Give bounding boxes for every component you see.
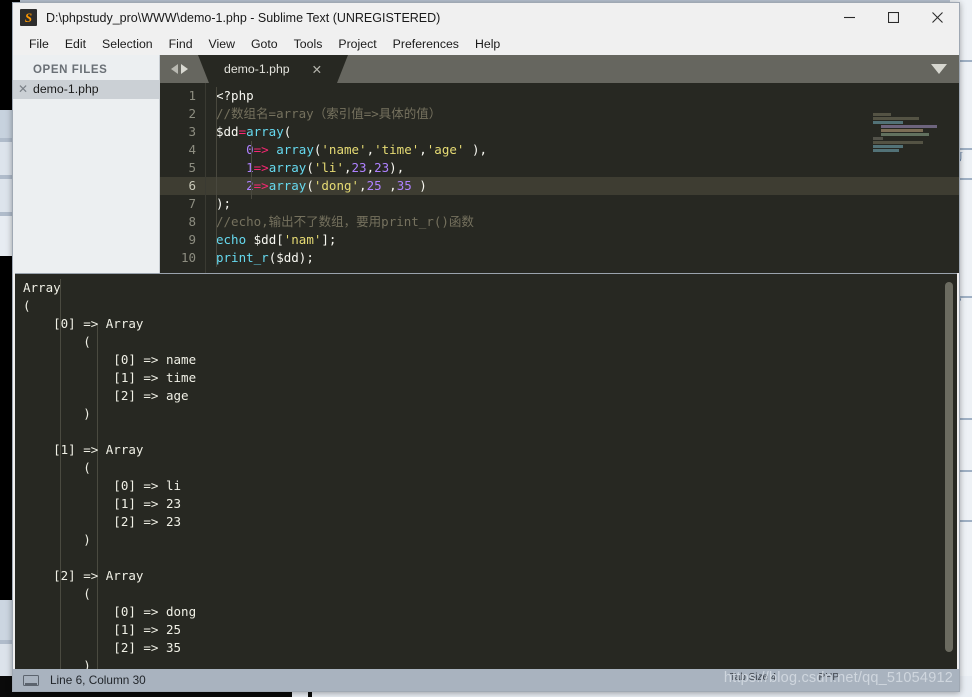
tab-demo-1-php[interactable]: demo-1.php ✕ xyxy=(198,55,348,83)
editor-region: OPEN FILES ✕ demo-1.php demo-1.php ✕ 1 2… xyxy=(13,55,959,273)
code-line-3: $dd=array( xyxy=(216,124,292,139)
window-title: D:\phpstudy_pro\WWW\demo-1.php - Sublime… xyxy=(46,10,441,25)
sidebar-item-demo-1-php[interactable]: ✕ demo-1.php xyxy=(13,80,159,99)
code-editor[interactable]: 1 2 3 4 5 6 7 8 9 10 <?php //数组名=array（索… xyxy=(160,83,959,273)
menu-file[interactable]: File xyxy=(21,34,57,54)
arrow-left-icon[interactable] xyxy=(170,64,178,74)
line-number: 5 xyxy=(188,160,196,175)
line-number: 3 xyxy=(188,124,196,139)
close-icon[interactable]: ✕ xyxy=(13,82,33,96)
line-number: 8 xyxy=(188,214,196,229)
menu-tools[interactable]: Tools xyxy=(286,34,331,54)
window-controls xyxy=(827,3,959,32)
sidebar-section-open-files: OPEN FILES xyxy=(33,64,108,76)
menu-preferences[interactable]: Preferences xyxy=(385,34,467,54)
code-line-5: 1=>array('li',23,23), xyxy=(246,160,405,175)
code-line-1: <?php xyxy=(216,88,254,103)
sidebar-file-label: demo-1.php xyxy=(33,82,99,96)
monitor-icon[interactable] xyxy=(23,674,39,686)
sublime-text-logo-icon: S xyxy=(20,9,37,26)
code-line-2: //数组名=array（索引值=>具体的值） xyxy=(206,105,959,123)
code-line-8: //echo,输出不了数组，要用print_r()函数 xyxy=(206,213,959,231)
line-number: 2 xyxy=(188,106,196,121)
line-number-gutter: 1 2 3 4 5 6 7 8 9 10 xyxy=(160,83,205,273)
tab-bar: demo-1.php ✕ xyxy=(160,55,959,83)
code-line-9: echo $dd['nam']; xyxy=(216,232,337,247)
line-number: 9 xyxy=(188,232,196,247)
sublime-text-window: S D:\phpstudy_pro\WWW\demo-1.php - Subli… xyxy=(12,2,960,692)
menu-goto[interactable]: Goto xyxy=(243,34,286,54)
status-bar: Line 6, Column 30 Tab Size 4 PHP https:/… xyxy=(13,669,959,691)
code-line-10: print_r($dd); xyxy=(216,250,314,265)
sidebar: OPEN FILES ✕ demo-1.php xyxy=(13,55,160,273)
watermark-url: https://blog.csdn.net/qq_51054912 xyxy=(723,670,953,686)
tab-close-icon[interactable]: ✕ xyxy=(312,62,322,77)
line-number: 7 xyxy=(188,196,196,211)
code-line-4: 0=> array('name','time','age' ), xyxy=(246,142,487,157)
menu-project[interactable]: Project xyxy=(330,34,384,54)
line-number: 1 xyxy=(188,88,196,103)
console-output: Array ( [0] => Array ( [0] => name [1] =… xyxy=(23,280,197,669)
tab-dropdown-button[interactable] xyxy=(919,55,959,83)
minimize-button[interactable] xyxy=(827,3,871,32)
code-comment: //echo,输出不了数组，要用print_r()函数 xyxy=(216,214,474,229)
cursor-position[interactable]: Line 6, Column 30 xyxy=(50,673,146,687)
menu-find[interactable]: Find xyxy=(161,34,201,54)
menu-help[interactable]: Help xyxy=(467,34,508,54)
menu-edit[interactable]: Edit xyxy=(57,34,94,54)
tab-navigation[interactable] xyxy=(160,55,198,83)
line-number: 4 xyxy=(188,142,196,157)
output-console[interactable]: Array ( [0] => Array ( [0] => name [1] =… xyxy=(15,273,957,669)
line-number: 10 xyxy=(180,250,196,265)
line-number-active: 6 xyxy=(160,177,205,195)
code-line-7: ); xyxy=(216,196,232,211)
menu-view[interactable]: View xyxy=(201,34,243,54)
code-lines[interactable]: <?php //数组名=array（索引值=>具体的值） $dd=array( … xyxy=(205,83,959,273)
code-comment: //数组名=array（索引值=>具体的值） xyxy=(216,106,442,121)
arrow-right-icon[interactable] xyxy=(180,64,188,74)
close-button[interactable] xyxy=(915,3,959,32)
maximize-button[interactable] xyxy=(871,3,915,32)
code-line-6: 2=>array('dong',25 ,35 ) xyxy=(206,177,959,195)
menu-bar: File Edit Selection Find View Goto Tools… xyxy=(13,32,959,55)
chevron-down-icon xyxy=(931,64,947,74)
console-scrollbar[interactable] xyxy=(945,282,953,652)
editor-pane: demo-1.php ✕ 1 2 3 4 5 6 7 8 9 10 <?php … xyxy=(160,55,959,273)
tab-label: demo-1.php xyxy=(224,62,290,76)
title-bar: S D:\phpstudy_pro\WWW\demo-1.php - Subli… xyxy=(13,3,959,32)
menu-selection[interactable]: Selection xyxy=(94,34,161,54)
